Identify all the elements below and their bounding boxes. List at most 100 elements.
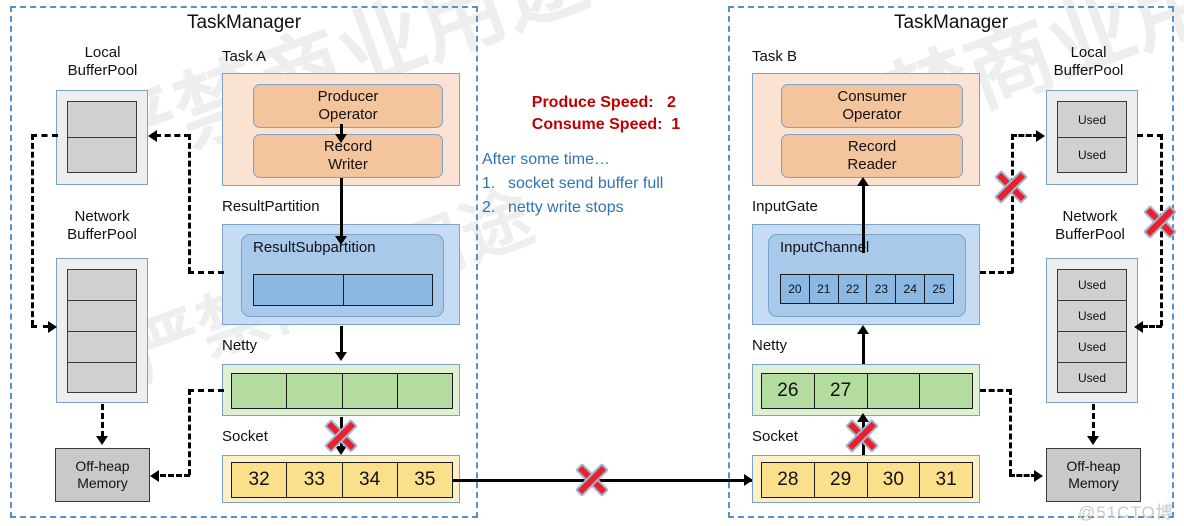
right-network-bufferpool: Used Used Used Used bbox=[1046, 258, 1138, 403]
right-netty-cell bbox=[920, 374, 972, 408]
x-mark-localpool-request-blocked bbox=[992, 169, 1030, 205]
right-netty-cell bbox=[868, 374, 921, 408]
arrow-recordwriter-to-partition-head bbox=[335, 236, 347, 245]
left-resultpartition-label: ResultPartition bbox=[222, 198, 320, 215]
left-taskmanager-title: TaskManager bbox=[186, 12, 302, 33]
left-network-bufferpool-label-line2: BufferPool bbox=[67, 226, 137, 243]
left-local-pool-cell bbox=[67, 137, 137, 173]
left-offheap-line1: Off-heap bbox=[75, 458, 130, 474]
arrowhead-into-offheap-left2 bbox=[150, 470, 159, 482]
dashed-right-networkpool-to-offheap bbox=[1092, 404, 1095, 437]
left-socket-buffers: 32 33 34 35 bbox=[231, 462, 453, 498]
right-taskmanager-title: TaskManager bbox=[893, 12, 1009, 33]
dashed-partition-to-localpool-seg2 bbox=[188, 134, 191, 273]
diagram-canvas: 严禁商业用途 严禁商业用途 严禁商业用途 TaskManager Local B… bbox=[0, 0, 1184, 526]
record-writer-line2: Writer bbox=[328, 156, 368, 173]
right-inputgate-label: InputGate bbox=[752, 198, 818, 215]
arrowhead-into-network-bufferpool bbox=[48, 321, 57, 333]
note-item-2-text: netty write stops bbox=[508, 199, 624, 216]
left-netty-cell bbox=[398, 374, 452, 408]
arrowhead-into-right-offheap2 bbox=[1034, 470, 1043, 482]
x-mark-socket-read-blocked bbox=[843, 418, 881, 454]
right-local-bufferpool-label-line1: Local bbox=[1070, 44, 1107, 61]
left-task-label: Task A bbox=[222, 48, 267, 65]
dashed-networkpool-to-offheap bbox=[101, 404, 104, 437]
x-mark-netty-write-blocked bbox=[322, 418, 360, 454]
consume-speed-label: Consume Speed: bbox=[531, 116, 663, 133]
left-netty-cell bbox=[232, 374, 288, 408]
right-network-pool-cell: Used bbox=[1057, 331, 1127, 362]
left-netty-cell bbox=[343, 374, 398, 408]
result-subpartition-label: ResultSubpartition bbox=[253, 239, 376, 256]
right-socket-cell: 30 bbox=[868, 463, 921, 497]
input-channel-cell: 20 bbox=[781, 275, 810, 303]
right-local-bufferpool: Used Used bbox=[1046, 90, 1138, 185]
right-netty-buffers: 26 27 bbox=[761, 373, 973, 409]
left-socket-label: Socket bbox=[222, 428, 268, 445]
consumer-operator-line2: Operator bbox=[842, 106, 902, 123]
right-local-pool-cell: Used bbox=[1057, 101, 1127, 137]
input-channel-cell: 21 bbox=[810, 275, 839, 303]
dashed-netty-to-offheap-seg2 bbox=[188, 389, 191, 475]
input-channel-label: InputChannel bbox=[780, 239, 870, 256]
record-writer-box: Record Writer bbox=[253, 134, 443, 178]
note-item-1-number: 1. bbox=[482, 175, 496, 192]
input-channel-cell: 23 bbox=[867, 275, 897, 303]
right-socket-cell: 28 bbox=[762, 463, 815, 497]
right-task-box: Consumer Operator Record Reader bbox=[752, 73, 980, 186]
input-channel-buffers: 20 21 22 23 24 25 bbox=[780, 274, 954, 304]
record-reader-line2: Reader bbox=[847, 156, 897, 173]
left-socket-cell: 33 bbox=[287, 463, 343, 497]
result-subpartition-cell bbox=[254, 275, 344, 305]
right-offheap-memory: Off-heap Memory bbox=[1046, 448, 1141, 502]
left-network-bufferpool-label-line1: Network bbox=[74, 208, 130, 225]
consume-speed-value: 1 bbox=[671, 116, 681, 133]
arrowhead-into-right-network-bufferpool bbox=[1134, 321, 1143, 333]
arrow-netty-to-inputgate-head bbox=[857, 325, 869, 334]
dashed-right-netty-to-offheap-seg1 bbox=[980, 389, 1012, 392]
right-socket-label: Socket bbox=[752, 428, 798, 445]
note-item-2-number: 2. bbox=[482, 199, 496, 216]
arrowhead-into-local-bufferpool bbox=[148, 130, 157, 142]
arrow-recordwriter-to-partition-line bbox=[340, 178, 343, 238]
input-gate-box: InputChannel 20 21 22 23 24 25 bbox=[752, 224, 980, 325]
right-local-bufferpool-label-line2: BufferPool bbox=[1053, 62, 1124, 79]
right-netty-cell: 26 bbox=[762, 374, 815, 408]
note-item-2: 2. netty write stops bbox=[482, 196, 624, 220]
left-netty-cell bbox=[287, 374, 343, 408]
arrow-inputchannel-to-recordreader-line bbox=[862, 185, 865, 253]
left-netty-label: Netty bbox=[222, 337, 258, 354]
right-network-pool-cell: Used bbox=[1057, 300, 1127, 331]
arrowhead-into-right-offheap bbox=[1087, 436, 1099, 445]
dashed-right-netty-to-offheap-seg2 bbox=[1009, 389, 1012, 475]
record-writer-line1: Record bbox=[323, 138, 373, 155]
consumer-operator-box: Consumer Operator bbox=[781, 84, 963, 128]
record-reader-box: Record Reader bbox=[781, 134, 963, 178]
note-heading: After some time… bbox=[482, 151, 611, 168]
dashed-partition-to-localpool-seg1 bbox=[188, 271, 224, 274]
right-network-pool-cell: Used bbox=[1057, 362, 1127, 393]
left-network-bufferpool bbox=[56, 258, 148, 403]
note-item-1-text: socket send buffer full bbox=[508, 175, 664, 192]
right-socket-buffers: 28 29 30 31 bbox=[761, 462, 973, 498]
arrow-producer-to-recordwriter-head bbox=[335, 134, 347, 143]
left-local-bufferpool-label-line2: BufferPool bbox=[67, 62, 138, 79]
producer-operator-line1: Producer bbox=[317, 88, 379, 105]
left-local-pool-cell bbox=[67, 101, 137, 137]
right-offheap-line1: Off-heap bbox=[1066, 458, 1121, 474]
dashed-localpool-to-networkpool-seg2 bbox=[31, 134, 34, 326]
left-socket-cell: 34 bbox=[343, 463, 398, 497]
right-socket-cell: 29 bbox=[815, 463, 868, 497]
left-network-pool-cell bbox=[67, 269, 137, 300]
left-socket-cell: 32 bbox=[232, 463, 288, 497]
left-local-bufferpool bbox=[56, 90, 148, 185]
consumer-operator-line1: Consumer bbox=[837, 88, 907, 105]
note-item-1: 1. socket send buffer full bbox=[482, 172, 663, 196]
dashed-localpool-to-networkpool-right-seg3 bbox=[1142, 325, 1162, 328]
right-offheap-line2: Memory bbox=[1068, 475, 1119, 491]
arrow-netty-to-inputgate-line bbox=[862, 332, 865, 364]
dashed-netty-to-offheap-seg1 bbox=[188, 389, 224, 392]
left-netty-buffers bbox=[231, 373, 453, 409]
record-reader-line1: Record bbox=[847, 138, 897, 155]
arrow-partition-to-netty-line bbox=[340, 326, 343, 354]
